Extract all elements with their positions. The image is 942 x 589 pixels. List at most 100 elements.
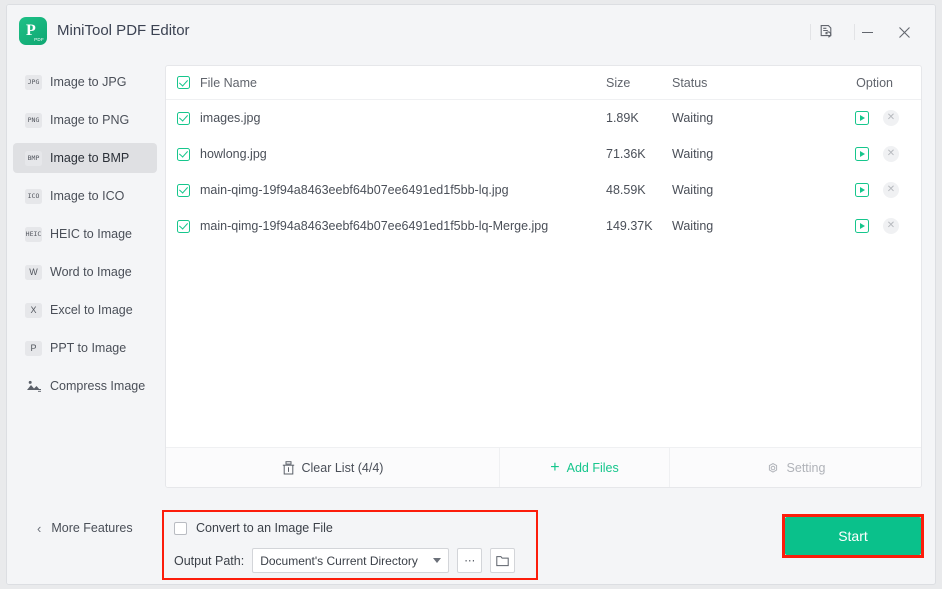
table-row[interactable]: main-qimg-19f94a8463eebf64b07ee6491ed1f5… [166, 172, 921, 208]
word-format-icon: W [25, 264, 42, 280]
checkbox-icon [174, 521, 187, 535]
start-button[interactable]: Start [785, 517, 921, 555]
sidebar-item-label: Compress Image [50, 379, 146, 393]
cell-status: Waiting [672, 219, 714, 233]
setting-button[interactable]: Setting [670, 448, 921, 487]
output-path-select[interactable]: Document's Current Directory [252, 548, 450, 573]
row-checkbox[interactable] [166, 183, 200, 197]
sidebar-item-ppt-to-image[interactable]: P PPT to Image [13, 333, 157, 363]
add-files-label: Add Files [566, 460, 619, 475]
open-folder-button[interactable] [490, 548, 516, 573]
table-row[interactable]: howlong.jpg 71.36K Waiting ✕ [166, 136, 921, 172]
chevron-down-icon [433, 558, 442, 563]
sidebar-item-label: HEIC to Image [50, 227, 132, 241]
output-path-row: Output Path: Document's Current Director… [174, 548, 516, 573]
ico-format-icon: ICO [25, 188, 42, 204]
checkbox-icon [176, 76, 190, 89]
remove-file-icon[interactable]: ✕ [883, 146, 899, 162]
cell-size: 48.59K [606, 183, 646, 197]
sidebar-item-label: Image to JPG [50, 75, 127, 89]
checkbox-icon [176, 111, 190, 125]
column-header-option: Option [856, 75, 893, 90]
sidebar-item-image-to-bmp[interactable]: BMP Image to BMP [13, 143, 157, 173]
cell-status: Waiting [672, 183, 714, 197]
cell-status: Waiting [672, 111, 714, 125]
more-features-button[interactable]: ‹ More Features [7, 516, 163, 540]
sidebar-item-label: Excel to Image [50, 303, 133, 317]
convert-play-icon[interactable] [855, 219, 869, 233]
excel-format-icon: X [25, 302, 42, 318]
row-checkbox[interactable] [166, 219, 200, 233]
titlebar-divider-left [810, 24, 811, 40]
ellipsis-icon: ⋯ [464, 555, 476, 567]
sidebar-item-label: Image to ICO [50, 189, 125, 203]
column-header-size[interactable]: Size [606, 76, 672, 90]
sidebar-item-image-to-jpg[interactable]: JPG Image to JPG [13, 67, 157, 97]
cell-file-name: howlong.jpg [200, 147, 267, 161]
title-bar: P PDF MiniTool PDF Editor [7, 5, 935, 59]
cell-file-name: main-qimg-19f94a8463eebf64b07ee6491ed1f5… [200, 219, 549, 233]
checkbox-icon [176, 147, 190, 161]
remove-file-icon[interactable]: ✕ [883, 182, 899, 198]
row-checkbox[interactable] [166, 111, 200, 125]
file-list-panel: File Name Size Status Option images.jpg … [165, 65, 922, 488]
cell-file-name: images.jpg [200, 111, 261, 125]
checkbox-icon [176, 183, 190, 197]
document-convert-icon[interactable] [814, 19, 840, 45]
sidebar: JPG Image to JPG PNG Image to PNG BMP Im… [7, 59, 163, 584]
sidebar-item-excel-to-image[interactable]: X Excel to Image [13, 295, 157, 325]
checkbox-icon [176, 219, 190, 233]
cell-size: 71.36K [606, 147, 646, 161]
clear-list-label: Clear List (4/4) [301, 460, 384, 475]
sidebar-item-label: PPT to Image [50, 341, 127, 355]
app-logo-icon: P PDF [19, 17, 47, 45]
minimize-button[interactable] [854, 19, 880, 45]
cell-size: 149.37K [606, 219, 653, 233]
convert-to-image-file-checkbox[interactable]: Convert to an Image File [174, 521, 333, 535]
sidebar-item-compress-image[interactable]: Compress Image [13, 371, 157, 401]
chevron-left-icon: ‹ [37, 520, 42, 536]
cell-size: 1.89K [606, 111, 639, 125]
app-title: MiniTool PDF Editor [57, 22, 190, 39]
sidebar-item-label: Image to PNG [50, 113, 130, 127]
cell-file-name: main-qimg-19f94a8463eebf64b07ee6491ed1f5… [200, 183, 509, 197]
column-header-file-name[interactable]: File Name [200, 76, 606, 90]
start-button-highlight: Start [782, 514, 924, 558]
gear-icon [768, 462, 777, 473]
table-row[interactable]: images.jpg 1.89K Waiting ✕ [166, 100, 921, 136]
output-path-label: Output Path: [174, 553, 245, 568]
convert-to-image-file-label: Convert to an Image File [196, 521, 333, 535]
minimize-icon [861, 31, 873, 33]
column-header-status[interactable]: Status [672, 76, 792, 90]
ppt-format-icon: P [25, 340, 42, 356]
compress-image-icon [25, 379, 42, 394]
logo-sublabel: PDF [34, 37, 44, 42]
convert-play-icon[interactable] [855, 147, 869, 161]
convert-play-icon[interactable] [855, 183, 869, 197]
sidebar-item-image-to-png[interactable]: PNG Image to PNG [13, 105, 157, 135]
remove-file-icon[interactable]: ✕ [883, 110, 899, 126]
png-format-icon: PNG [25, 112, 42, 128]
file-list-footer: Clear List (4/4) + Add Files Setting [166, 447, 921, 487]
row-checkbox[interactable] [166, 147, 200, 161]
plus-icon: + [550, 458, 560, 476]
sidebar-item-image-to-ico[interactable]: ICO Image to ICO [13, 181, 157, 211]
file-list-header: File Name Size Status Option [166, 66, 921, 100]
more-features-label: More Features [51, 521, 133, 535]
setting-label: Setting [786, 460, 826, 475]
close-button[interactable] [891, 19, 917, 45]
sidebar-item-label: Image to BMP [50, 151, 130, 165]
sidebar-item-heic-to-image[interactable]: HEIC HEIC to Image [13, 219, 157, 249]
sidebar-item-word-to-image[interactable]: W Word to Image [13, 257, 157, 287]
table-row[interactable]: main-qimg-19f94a8463eebf64b07ee6491ed1f5… [166, 208, 921, 244]
close-icon [898, 26, 910, 38]
convert-play-icon[interactable] [855, 111, 869, 125]
browse-more-button[interactable]: ⋯ [457, 548, 483, 573]
application-window: P PDF MiniTool PDF Editor JPG Image to J… [6, 4, 936, 585]
remove-file-icon[interactable]: ✕ [883, 218, 899, 234]
select-all-checkbox[interactable] [166, 76, 200, 89]
heic-format-icon: HEIC [25, 226, 42, 242]
add-files-button[interactable]: + Add Files [500, 448, 670, 487]
clear-list-button[interactable]: Clear List (4/4) [166, 448, 500, 487]
output-options-group: Convert to an Image File Output Path: Do… [162, 510, 538, 580]
